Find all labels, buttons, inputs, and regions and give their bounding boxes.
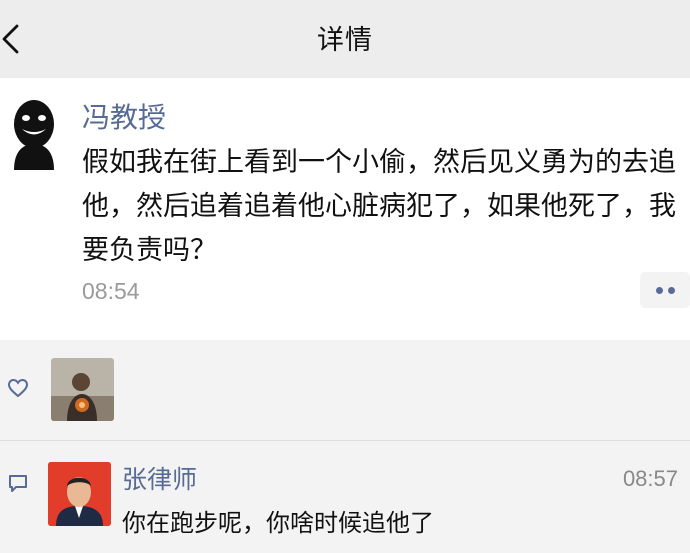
two-dots-icon (656, 287, 663, 294)
post-content: 假如我在街上看到一个小偷，然后见义勇为的去追他，然后追着追着他心脏病犯了，如果他… (82, 147, 676, 266)
liker-avatar[interactable] (51, 358, 114, 421)
poster-name[interactable]: 冯教授 (82, 96, 166, 136)
heart-outline-icon (7, 378, 29, 398)
poster-avatar[interactable] (6, 94, 62, 170)
page-title: 详情 (317, 25, 373, 56)
top-bar: 详情 (0, 0, 690, 78)
post-time: 08:54 (82, 278, 140, 304)
divider (0, 440, 690, 441)
comment-time: 08:57 (622, 466, 678, 491)
commenter-avatar[interactable] (48, 462, 111, 526)
commenter-name[interactable]: 张律师 (122, 460, 197, 496)
comment-bubble-icon (9, 475, 27, 492)
comment-text[interactable]: 你在跑步呢，你啥时候追他了 (122, 503, 434, 538)
more-actions-button[interactable] (640, 272, 690, 308)
